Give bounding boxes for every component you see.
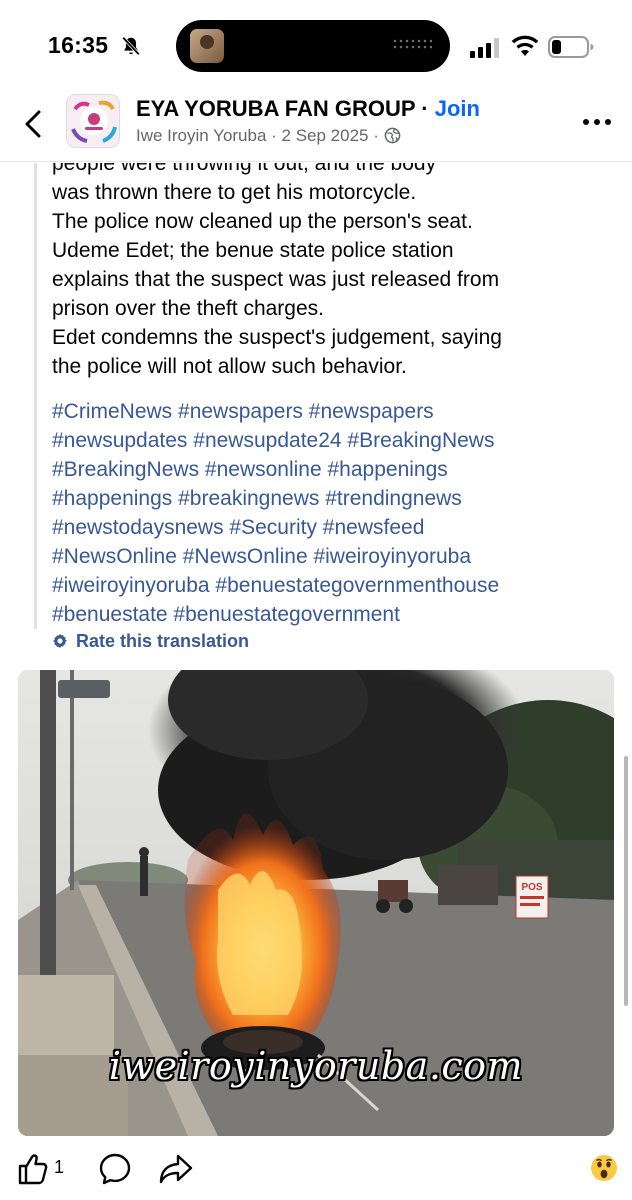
comment-icon[interactable]: [98, 1152, 132, 1186]
post-meta: Iwe Iroyin Yoruba · 2 Sep 2025 ·: [136, 126, 401, 146]
image-watermark: iweiroyinyoruba.com: [108, 1044, 524, 1088]
text-line: explains that the suspect was just relea…: [52, 268, 500, 291]
wifi-icon: [511, 35, 539, 56]
signal-icon: [470, 38, 499, 58]
hashtag-line[interactable]: #happenings #breakingnews #trendingnews: [52, 484, 612, 513]
hashtag-line[interactable]: #iweiroyinyoruba #benuestategovernmentho…: [52, 571, 612, 600]
action-bar: 1: [0, 1140, 632, 1200]
share-icon[interactable]: [158, 1152, 194, 1186]
text-line: The police now cleaned up the person's s…: [52, 210, 473, 233]
scrollbar[interactable]: [624, 756, 628, 1006]
hashtag-line[interactable]: #CrimeNews #newspapers #newspapers: [52, 397, 612, 426]
text-line: people were throwing it out, and the bod…: [52, 163, 437, 175]
dynamic-island[interactable]: [176, 20, 450, 72]
author-name[interactable]: Iwe Iroyin Yoruba: [136, 126, 266, 145]
pos-sign: POS: [521, 882, 542, 893]
hashtag-line[interactable]: #BreakingNews #newsonline #happenings: [52, 455, 612, 484]
hashtag-line[interactable]: #newstodaysnews #Security #newsfeed: [52, 513, 612, 542]
hashtag-line[interactable]: #newsupdates #newsupdate24 #BreakingNews: [52, 426, 612, 455]
translation-quote-bar: [34, 163, 37, 629]
title-separator: ·: [415, 96, 435, 121]
rate-translation-link[interactable]: Rate this translation: [52, 631, 249, 657]
island-avatar: [190, 29, 224, 63]
text-line: Edet condemns the suspect's judgement, s…: [52, 326, 502, 349]
text-line: prison over the theft charges.: [52, 297, 324, 320]
rate-translation-label: Rate this translation: [76, 631, 250, 651]
post-photo[interactable]: POS iweiroyinyoruba.com: [18, 670, 614, 1136]
wow-reaction-icon[interactable]: [590, 1154, 618, 1182]
back-icon[interactable]: [18, 106, 48, 142]
post-text: people were throwing it out, and the bod…: [52, 163, 612, 381]
group-name[interactable]: EYA YORUBA FAN GROUP: [136, 96, 415, 121]
text-line: the police will not allow such behavior.: [52, 355, 407, 378]
gear-icon: [53, 633, 67, 649]
post-header: EYA YORUBA FAN GROUP · Join Iwe Iroyin Y…: [0, 90, 632, 162]
post-content: people were throwing it out, and the bod…: [0, 163, 632, 663]
meta-separator-2: ·: [368, 126, 384, 145]
group-avatar[interactable]: [66, 94, 120, 148]
text-line: Udeme Edet; the benue state police stati…: [52, 239, 454, 262]
bell-off-icon: [122, 36, 140, 56]
group-title: EYA YORUBA FAN GROUP · Join: [136, 96, 480, 122]
more-icon[interactable]: [578, 110, 616, 134]
globe-icon: [384, 127, 400, 144]
audio-wave-icon: [393, 39, 432, 49]
meta-separator: ·: [266, 126, 282, 145]
hashtag-block: #CrimeNews #newspapers #newspapers #news…: [52, 397, 612, 629]
status-time: 16:35: [48, 32, 109, 58]
post-date[interactable]: 2 Sep 2025: [282, 126, 369, 145]
battery-icon: [548, 36, 594, 58]
status-bar: 16:35: [0, 0, 632, 90]
join-button[interactable]: Join: [435, 96, 480, 121]
like-count[interactable]: 1: [54, 1157, 64, 1178]
text-line: was thrown there to get his motorcycle.: [52, 181, 417, 204]
group-logo-icon: [67, 95, 119, 147]
hashtag-line[interactable]: #NewsOnline #NewsOnline #iweiroyinyoruba: [52, 542, 612, 571]
hashtag-line[interactable]: #benuestate #benuestategovernment: [52, 600, 612, 629]
